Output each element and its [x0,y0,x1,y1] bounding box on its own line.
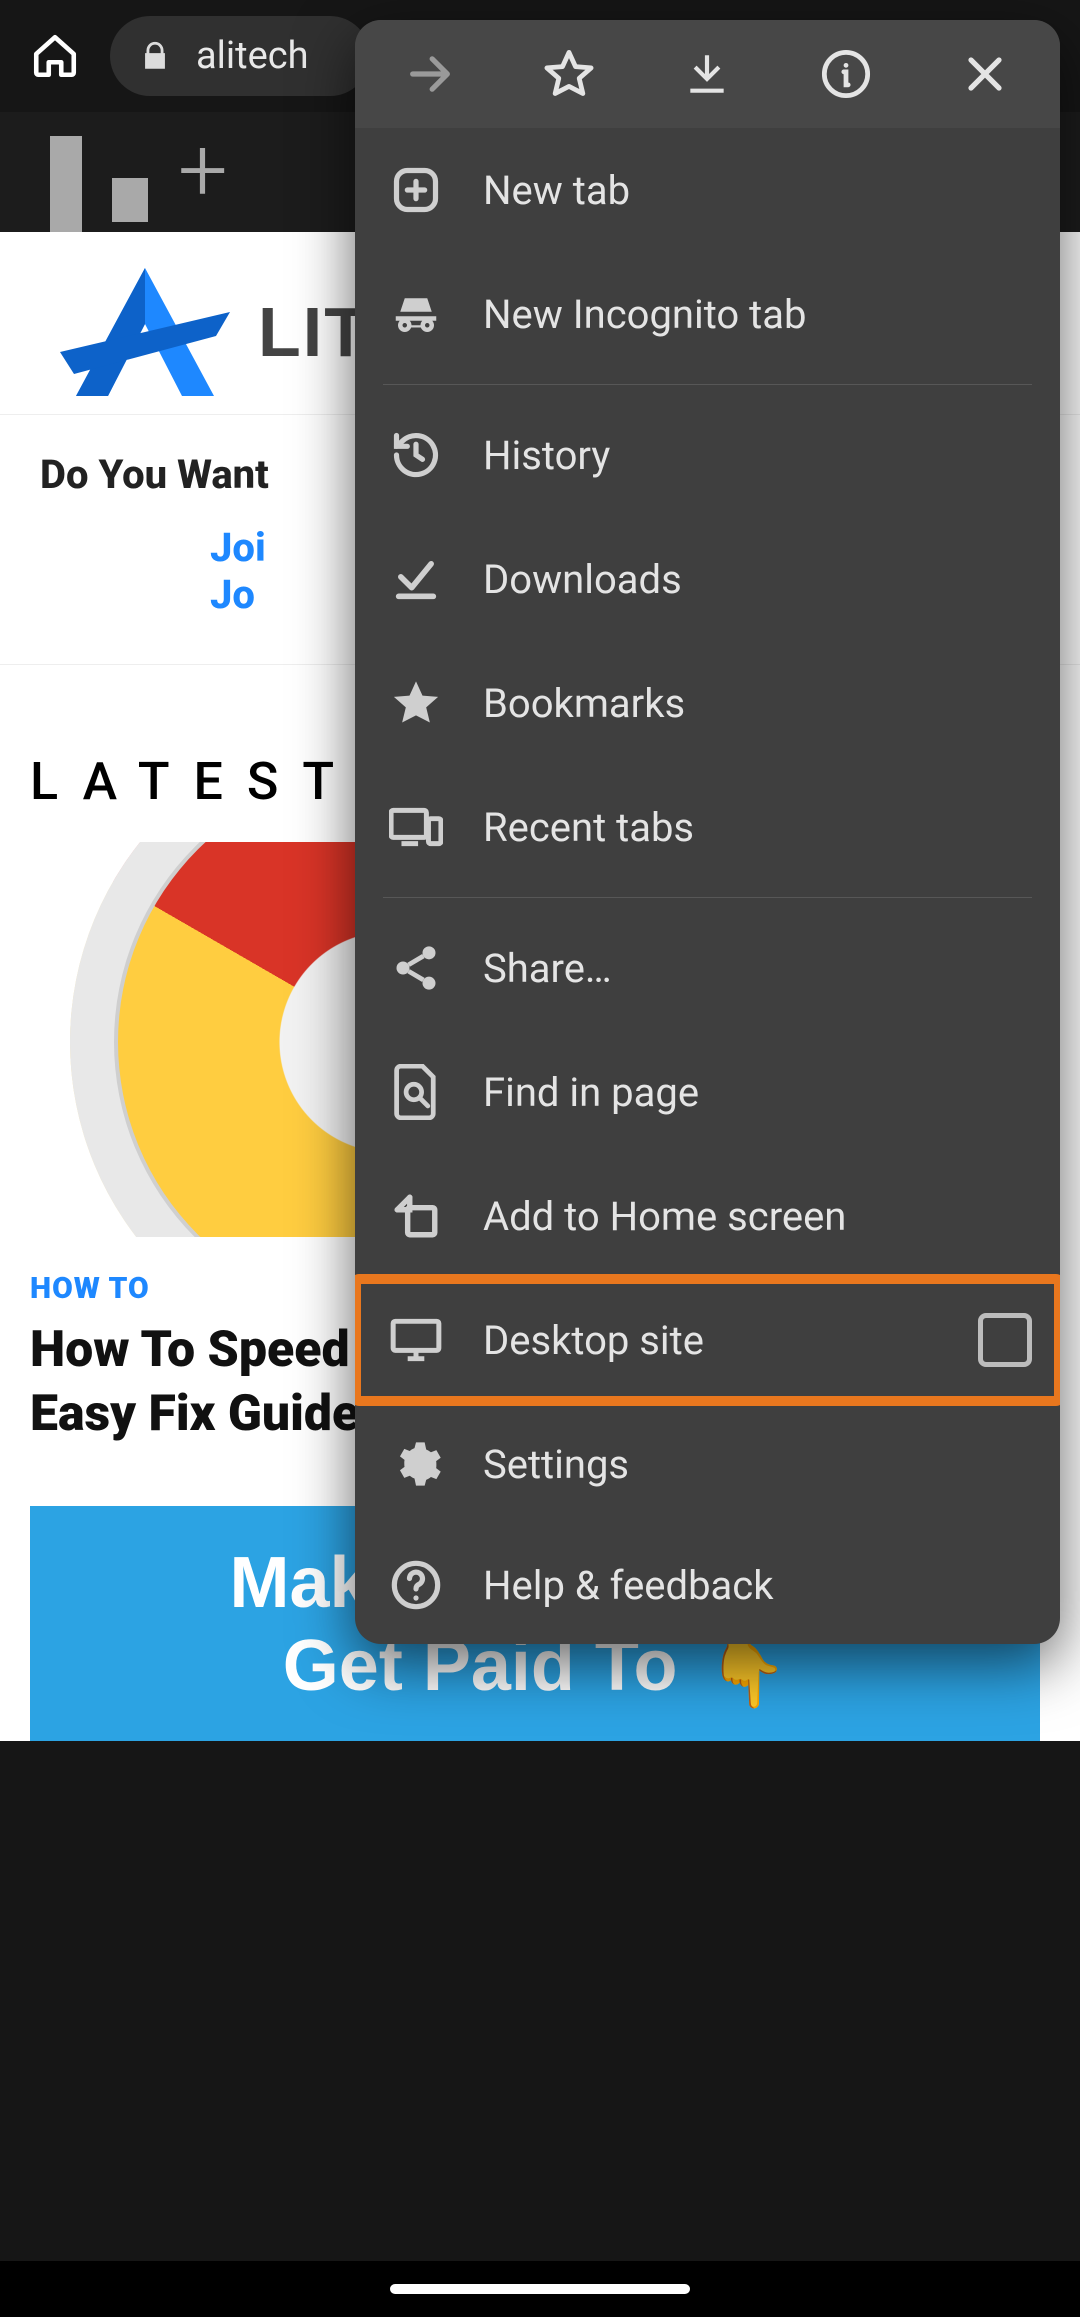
menu-separator [383,897,1032,898]
close-menu-button[interactable] [925,26,1045,122]
menu-item-new-tab[interactable]: New tab [355,128,1060,252]
menu-item-downloads[interactable]: Downloads [355,517,1060,641]
menu-separator [383,384,1032,385]
home-icon [30,31,80,81]
menu-item-share[interactable]: Share… [355,906,1060,1030]
menu-item-incognito[interactable]: New Incognito tab [355,252,1060,376]
add-to-home-icon [391,1191,441,1241]
pointing-hand-icon: 👇 [708,1638,788,1712]
menu-top-row [355,20,1060,128]
menu-item-recent-tabs[interactable]: Recent tabs [355,765,1060,889]
download-button[interactable] [647,26,767,122]
devices-icon [389,805,443,849]
new-tab-button[interactable]: + [178,119,228,222]
notice-heading: Do You Want [40,451,269,498]
home-indicator[interactable] [390,2284,690,2294]
desktop-icon [389,1316,443,1364]
lock-icon [138,39,172,73]
menu-item-help[interactable]: Help & feedback [355,1526,1060,1644]
url-text: alitech [196,34,309,78]
menu-label: Add to Home screen [483,1193,846,1240]
menu-item-bookmarks[interactable]: Bookmarks [355,641,1060,765]
logo-text: LIT [258,292,369,372]
forward-arrow-icon [404,48,456,100]
incognito-icon [389,287,443,341]
menu-label: Desktop site [483,1317,704,1364]
menu-item-desktop-site[interactable]: Desktop site [355,1278,1060,1402]
menu-label: New Incognito tab [483,291,806,338]
menu-item-settings[interactable]: Settings [355,1402,1060,1526]
find-in-page-icon [391,1064,441,1120]
menu-label: Find in page [483,1069,699,1116]
menu-label: Recent tabs [483,804,694,851]
info-icon [820,48,872,100]
new-tab-icon [390,164,442,216]
logo-mark [40,262,250,402]
menu-label: Downloads [483,556,682,603]
star-outline-icon [543,48,595,100]
close-icon [961,50,1009,98]
desktop-site-checkbox[interactable] [978,1313,1032,1367]
menu-label: History [483,432,610,479]
menu-label: Help & feedback [483,1562,774,1609]
menu-item-history[interactable]: History [355,393,1060,517]
help-icon [390,1559,442,1611]
system-nav-bar [0,2261,1080,2317]
menu-label: Bookmarks [483,680,685,727]
home-button[interactable] [10,11,100,101]
menu-item-add-home[interactable]: Add to Home screen [355,1154,1060,1278]
share-icon [390,942,442,994]
menu-label: Share… [483,945,612,992]
download-check-icon [390,553,442,605]
menu-label: Settings [483,1441,629,1488]
gear-icon [390,1438,442,1490]
bookmark-page-button[interactable] [509,26,629,122]
address-bar[interactable]: alitech [110,16,370,96]
tab-thumb[interactable] [50,136,82,232]
forward-button[interactable] [370,26,490,122]
tab-thumb[interactable] [112,178,148,222]
page-info-button[interactable] [786,26,906,122]
overflow-menu: New tab New Incognito tab History Downlo… [355,20,1060,1644]
menu-label: New tab [483,167,630,214]
download-icon [682,49,732,99]
history-icon [390,429,442,481]
star-icon [390,677,442,729]
menu-item-find-in-page[interactable]: Find in page [355,1030,1060,1154]
